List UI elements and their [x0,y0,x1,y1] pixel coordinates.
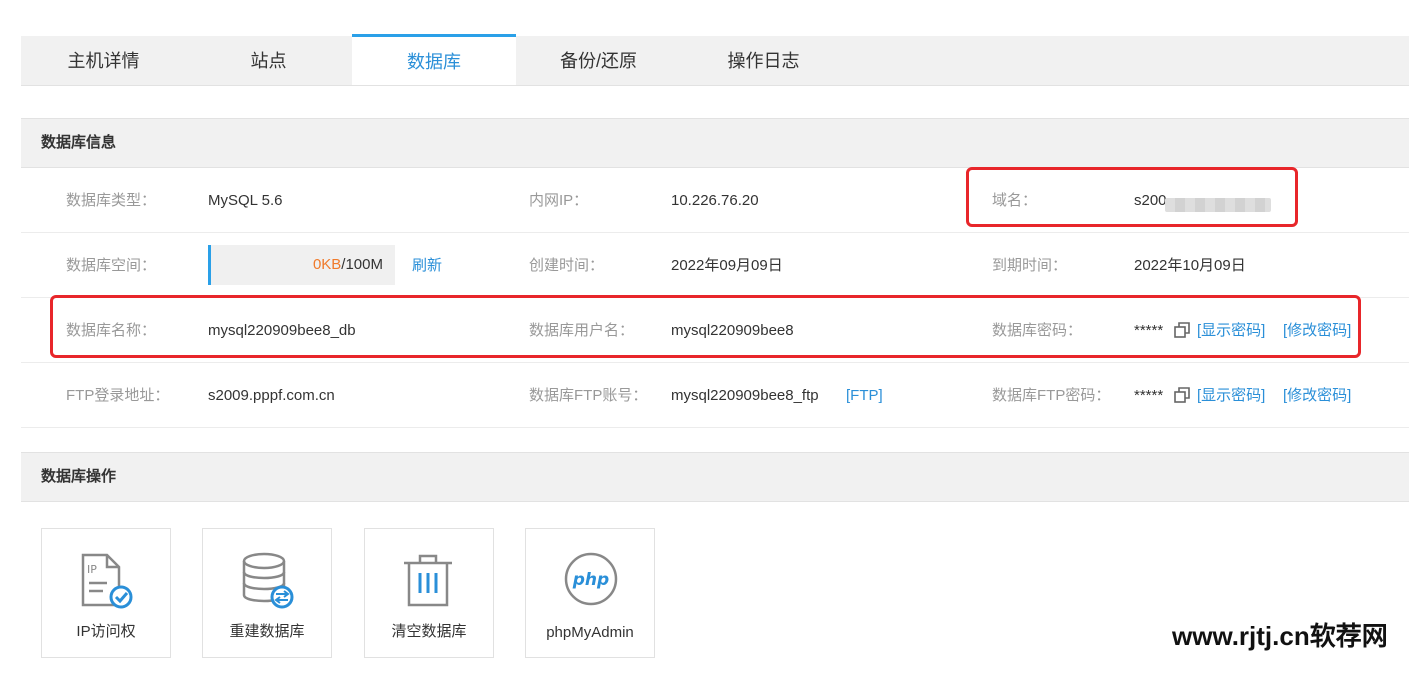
ftp-show-password-link[interactable]: [显示密码] [1197,363,1265,428]
expire-value: 2022年10月09日 [1134,257,1246,274]
database-rebuild-icon [242,552,294,609]
db-ops-header: 数据库操作 [21,452,1409,502]
db-ops-title: 数据库操作 [41,468,117,485]
db-info-header: 数据库信息 [21,118,1409,168]
ip-access-card[interactable]: IP IP访问权 [41,528,171,658]
db-space-total: /100M [341,256,383,273]
ftp-password-label: 数据库FTP密码： [992,387,1111,404]
tab-backup-restore[interactable]: 备份/还原 [516,36,681,86]
info-row-space: 数据库空间： 0KB/100M 刷新 创建时间： 2022年09月09日 到期时… [21,233,1409,298]
domain-highlight-box [966,167,1298,227]
ftp-account-value: mysql220909bee8_ftp [671,387,819,404]
phpmyadmin-card[interactable]: php phpMyAdmin [525,528,655,658]
clear-db-card[interactable]: 清空数据库 [364,528,494,658]
tab-sites[interactable]: 站点 [186,36,351,86]
clear-db-label: 清空数据库 [391,623,467,640]
db-space-label: 数据库空间： [66,257,157,274]
tab-operation-log[interactable]: 操作日志 [681,36,846,86]
db-type-value: MySQL 5.6 [208,192,283,209]
ftp-password-masked: ***** [1134,387,1164,404]
ftp-addr-value: s2009.pppf.com.cn [208,387,335,404]
ip-access-label: IP访问权 [76,623,136,640]
intranet-ip-label: 内网IP： [529,192,589,209]
tab-database[interactable]: 数据库 [352,34,516,85]
db-space-meter: 0KB/100M [208,245,395,285]
created-label: 创建时间： [529,257,605,274]
ftp-addr-label: FTP登录地址： [66,387,170,404]
db-info-title: 数据库信息 [41,134,117,151]
php-icon-text: php [572,570,609,590]
refresh-link[interactable]: 刷新 [412,233,442,298]
db-type-label: 数据库类型： [66,192,157,209]
svg-text:IP: IP [87,563,97,576]
db-space-text: 0KB/100M [313,245,383,285]
copy-ftp-password-icon[interactable] [1174,387,1190,403]
rebuild-db-card[interactable]: 重建数据库 [202,528,332,658]
phpmyadmin-label: phpMyAdmin [546,624,634,641]
trash-icon [404,554,452,607]
ftp-account-label: 数据库FTP账号： [529,387,648,404]
watermark-text: www.rjtj.cn软荐网 [1172,621,1388,651]
db-name-highlight-box [50,295,1361,358]
rebuild-db-label: 重建数据库 [229,623,305,640]
ftp-change-password-link[interactable]: [修改密码] [1283,363,1351,428]
expire-label: 到期时间： [992,257,1068,274]
ftp-link[interactable]: [FTP] [846,363,883,428]
created-value: 2022年09月09日 [671,257,783,274]
info-row-ftp: FTP登录地址： s2009.pppf.com.cn 数据库FTP账号： mys… [21,363,1409,428]
intranet-ip-value: 10.226.76.20 [671,192,759,209]
tab-host-details[interactable]: 主机详情 [21,36,186,86]
tab-bar: 主机详情 站点 数据库 备份/还原 操作日志 [21,34,1409,86]
db-space-used: 0KB [312,256,342,273]
php-icon: php [564,552,618,606]
ip-access-icon: IP [81,553,133,609]
